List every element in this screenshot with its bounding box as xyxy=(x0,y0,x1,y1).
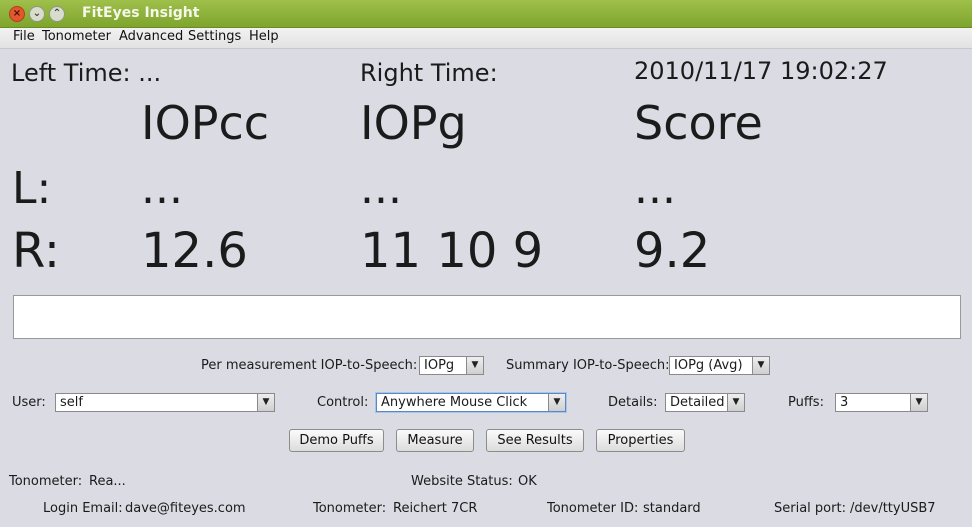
tonometer-status-value: Rea... xyxy=(89,474,126,489)
website-status-value: OK xyxy=(518,474,537,489)
minimize-icon[interactable]: ⌄ xyxy=(29,6,45,22)
summary-speech-label: Summary IOP-to-Speech: xyxy=(506,358,670,373)
row-left-label: L: xyxy=(12,163,52,214)
login-email-value: dave@fiteyes.com xyxy=(125,501,246,516)
tonometer-value: Reichert 7CR xyxy=(393,501,478,516)
right-score-value: 9.2 xyxy=(634,223,711,279)
demo-puffs-button[interactable]: Demo Puffs xyxy=(289,429,384,452)
serial-port-label: Serial port: xyxy=(774,501,846,516)
left-iopg-value: ... xyxy=(360,163,402,214)
summary-speech-value: IOPg (Avg) xyxy=(674,358,743,373)
chevron-down-icon: ▼ xyxy=(257,394,274,411)
control-select[interactable]: Anywhere Mouse Click ▼ xyxy=(376,393,566,412)
user-value: self xyxy=(60,395,83,410)
close-icon[interactable]: × xyxy=(9,6,25,22)
login-email-label: Login Email: xyxy=(43,501,123,516)
details-label: Details: xyxy=(608,395,658,410)
tonometer-id-value: standard xyxy=(643,501,701,516)
website-status-label: Website Status: xyxy=(411,474,513,489)
left-score-value: ... xyxy=(634,163,676,214)
menu-help[interactable]: Help xyxy=(249,29,279,44)
current-datetime: 2010/11/17 19:02:27 xyxy=(634,57,888,85)
tonometer-status-label: Tonometer: xyxy=(9,474,83,489)
right-iopg-value: 11 10 9 xyxy=(360,223,544,279)
right-iopcc-value: 12.6 xyxy=(141,223,248,279)
menu-advanced[interactable]: Advanced xyxy=(119,29,183,44)
left-time-label: Left Time: ... xyxy=(11,59,162,87)
serial-port-value: /dev/ttyUSB7 xyxy=(850,501,936,516)
right-time-label: Right Time: xyxy=(360,59,498,87)
puffs-select[interactable]: 3 ▼ xyxy=(835,393,928,412)
menu-tonometer[interactable]: Tonometer xyxy=(42,29,111,44)
control-value: Anywhere Mouse Click xyxy=(381,395,528,410)
window-title: FitEyes Insight xyxy=(82,5,200,21)
chevron-down-icon: ▼ xyxy=(466,357,483,374)
user-select[interactable]: self ▼ xyxy=(55,393,275,412)
message-box[interactable] xyxy=(13,295,961,339)
column-score: Score xyxy=(634,96,763,150)
per-measurement-speech-label: Per measurement IOP-to-Speech: xyxy=(201,358,418,373)
see-results-button[interactable]: See Results xyxy=(486,429,584,452)
tonometer-id-label: Tonometer ID: xyxy=(547,501,639,516)
puffs-value: 3 xyxy=(840,395,849,410)
chevron-down-icon: ▼ xyxy=(910,394,927,411)
details-select[interactable]: Detailed ▼ xyxy=(665,393,745,412)
menu-bar: File Tonometer Advanced Settings Help xyxy=(0,28,972,49)
measure-button[interactable]: Measure xyxy=(396,429,474,452)
control-label: Control: xyxy=(317,395,369,410)
per-measurement-speech-select[interactable]: IOPg ▼ xyxy=(419,356,484,375)
menu-settings[interactable]: Settings xyxy=(188,29,241,44)
maximize-icon[interactable]: ⌃ xyxy=(49,6,65,22)
user-label: User: xyxy=(12,395,46,410)
puffs-label: Puffs: xyxy=(788,395,824,410)
left-iopcc-value: ... xyxy=(141,163,183,214)
chevron-down-icon: ▼ xyxy=(727,394,744,411)
per-measurement-speech-value: IOPg xyxy=(424,358,455,373)
title-bar: × ⌄ ⌃ FitEyes Insight xyxy=(0,0,972,28)
chevron-down-icon: ▼ xyxy=(548,394,565,411)
column-iopg: IOPg xyxy=(360,96,467,150)
details-value: Detailed xyxy=(670,395,725,410)
properties-button[interactable]: Properties xyxy=(596,429,685,452)
row-right-label: R: xyxy=(12,223,61,279)
menu-file[interactable]: File xyxy=(13,29,35,44)
summary-speech-select[interactable]: IOPg (Avg) ▼ xyxy=(669,356,770,375)
chevron-down-icon: ▼ xyxy=(752,357,769,374)
tonometer-label: Tonometer: xyxy=(313,501,387,516)
column-iopcc: IOPcc xyxy=(141,96,270,150)
